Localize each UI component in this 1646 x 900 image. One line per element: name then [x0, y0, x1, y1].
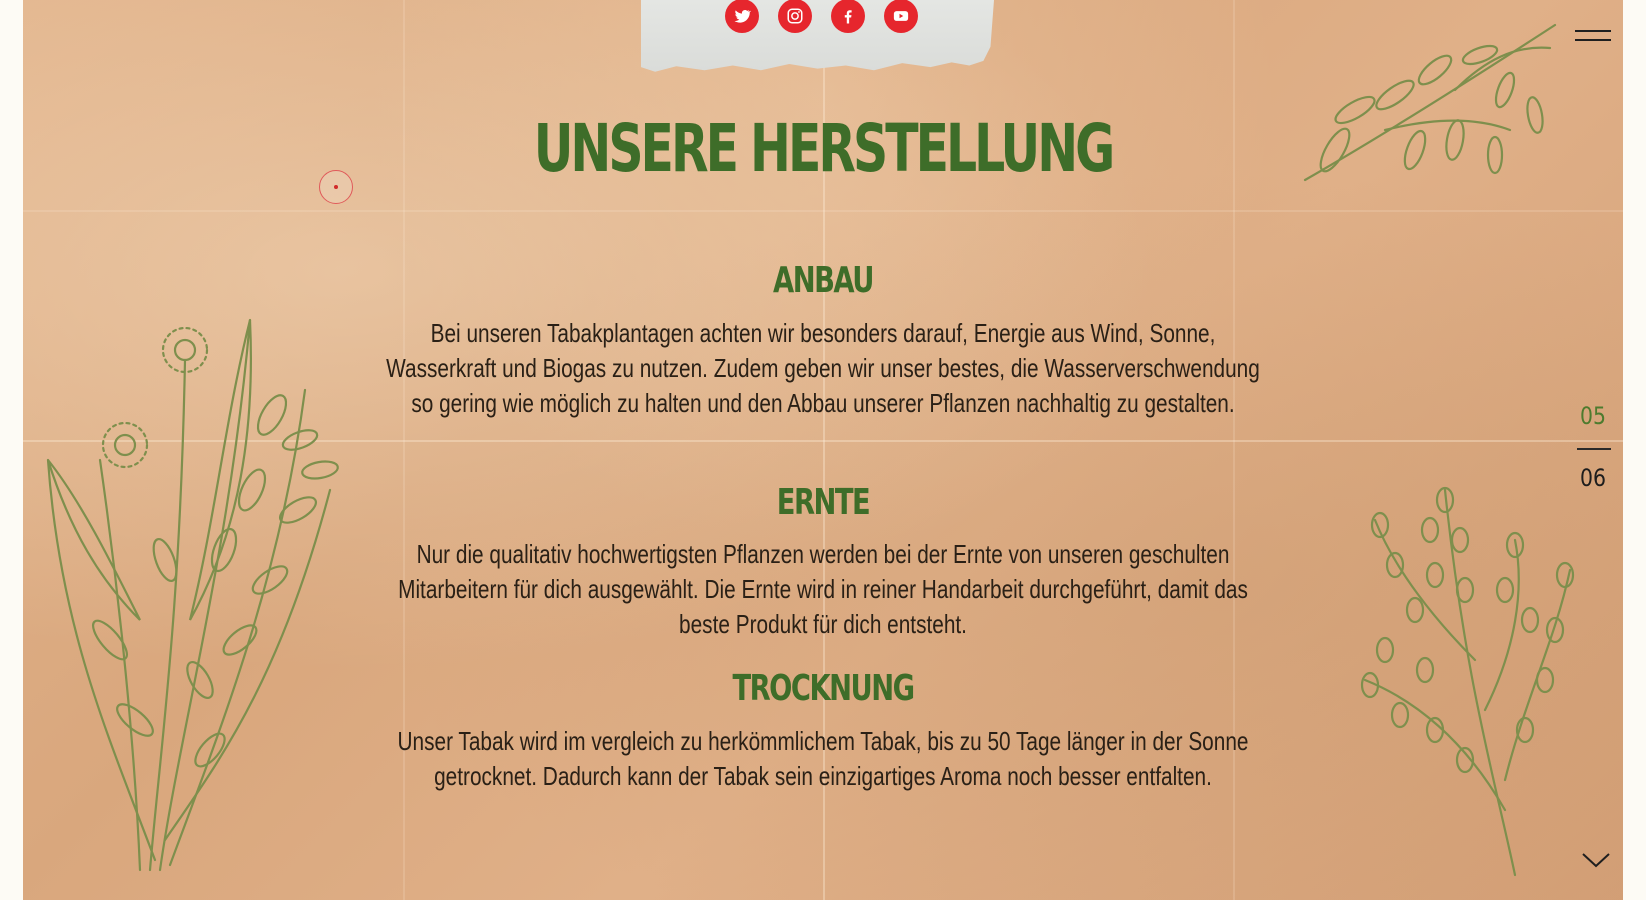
section-text-ernte: Nur die qualitativ hochwertigsten Pflanz… [398, 539, 1248, 639]
chevron-down-icon[interactable] [1580, 850, 1612, 870]
instagram-icon[interactable] [778, 0, 812, 33]
facebook-icon[interactable] [831, 0, 865, 33]
hamburger-icon[interactable] [1575, 30, 1611, 50]
section-heading-trocknung: TROCKNUNG [732, 668, 915, 709]
section-heading-ernte: ERNTE [776, 482, 871, 523]
pager-divider [1577, 448, 1611, 450]
section-text-anbau: Bei unseren Tabakplantagen achten wir be… [386, 318, 1260, 418]
youtube-icon[interactable] [884, 0, 918, 33]
social-links [725, 0, 918, 33]
page-title: UNSERE HERSTELLUNG [533, 110, 1116, 187]
section-heading-anbau: ANBAU [773, 260, 874, 301]
wildflower-illustration-left [46, 318, 339, 872]
pager-current-page[interactable]: 05 [1578, 402, 1609, 430]
twitter-icon[interactable] [725, 0, 759, 33]
pager-total-pages[interactable]: 06 [1578, 464, 1609, 492]
menu-line [1575, 39, 1611, 41]
menu-line [1575, 30, 1611, 32]
section-text-trocknung: Unser Tabak wird im vergleich zu herkömm… [397, 726, 1249, 791]
